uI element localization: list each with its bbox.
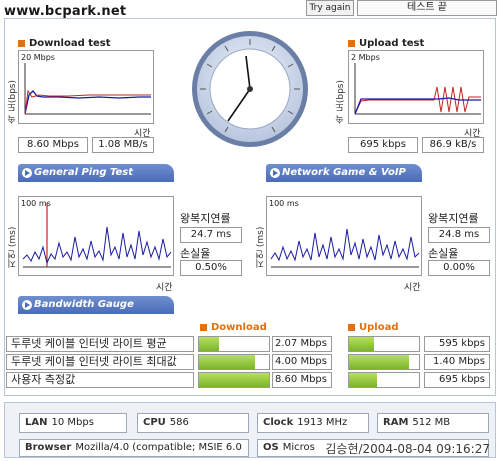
game-latency-label: 왕복지연률: [428, 212, 479, 225]
upload-gauge-value: 695 kbps: [424, 372, 490, 388]
game-ribbon: Network Game & VoIP Test: [266, 164, 422, 196]
upload-kbs: 86.9 kB/s: [422, 137, 484, 153]
upload-title: Upload test: [348, 38, 424, 49]
ping-latency: 24.7 ms: [180, 227, 242, 243]
download-gauge-bar: [198, 354, 270, 370]
upload-ylabel: 속 도(bps): [336, 80, 346, 124]
download-mbps: 8.60 Mbps: [18, 137, 88, 153]
arrow-icon: [22, 168, 32, 178]
gauge-download-head: Download: [200, 322, 267, 333]
lan-info: LAN 10 Mbps: [19, 413, 127, 433]
upload-gauge-fill: [349, 373, 377, 387]
game-loss: 0.00%: [428, 260, 490, 276]
download-gauge-fill: [199, 355, 255, 369]
upload-gauge-value: 595 kbps: [424, 336, 490, 352]
watermark: www.bcpark.net: [4, 4, 127, 19]
game-graph: [270, 228, 420, 268]
upload-gauge-bar: [348, 354, 420, 370]
upload-gauge-bar: [348, 372, 420, 388]
game-chart: 100 ms: [266, 196, 422, 276]
ping-loss: 0.50%: [180, 260, 242, 276]
download-graph: [24, 63, 151, 115]
download-mbs: 1.08 MB/s: [92, 137, 154, 153]
download-title: Download test: [18, 38, 111, 49]
arrow-icon: [22, 300, 32, 310]
bullet-icon: [348, 39, 355, 47]
try-again-button[interactable]: Try again: [306, 0, 354, 16]
game-xlabel: 시간: [404, 283, 421, 293]
download-gauge-bar: [198, 372, 270, 388]
upload-gauge-value: 1.40 Mbps: [424, 354, 490, 370]
download-gauge-value: 2.07 Mbps: [272, 336, 332, 352]
download-gauge-value: 8.60 Mbps: [272, 372, 332, 388]
cpu-info: CPU 586: [137, 413, 249, 433]
upload-gauge-fill: [349, 355, 410, 369]
bullet-icon: [348, 323, 355, 331]
gauge-upload-head: Upload: [348, 322, 398, 333]
ping-graph: [22, 203, 172, 268]
ping-xlabel: 시간: [156, 283, 173, 293]
game-latency: 24.8 ms: [428, 227, 490, 243]
upload-kbps: 695 kbps: [348, 137, 418, 153]
bullet-icon: [200, 323, 207, 331]
end-test-button[interactable]: 테스트 끝: [357, 0, 497, 16]
download-chart: 20 Mbps: [18, 50, 154, 124]
browser-info: Browser Mozilla/4.0 (compatible; MSIE 6.0: [19, 439, 249, 457]
gauge-row-label: 두루넷 케이블 인터넷 라이트 평균: [6, 336, 194, 352]
arrow-icon: [270, 168, 280, 178]
upload-chart: 2 Mbps: [348, 50, 484, 124]
gauge-ribbon: Bandwidth Gauge: [18, 296, 174, 314]
ping-chart: 100 ms: [18, 196, 174, 276]
download-gauge-fill: [199, 337, 220, 351]
ping-loss-label: 손실율: [180, 247, 211, 260]
ping-ribbon: General Ping Test: [18, 164, 174, 182]
download-gauge-bar: [198, 336, 270, 352]
ping-latency-label: 왕복지연률: [180, 212, 231, 225]
download-gauge-value: 4.00 Mbps: [272, 354, 332, 370]
speed-dial: [190, 24, 310, 154]
game-loss-label: 손실율: [428, 247, 459, 260]
gauge-row-label: 두루넷 케이블 인터넷 라이트 최대값: [6, 354, 194, 370]
bullet-icon: [18, 39, 25, 47]
upload-graph: [354, 63, 481, 115]
upload-gauge-bar: [348, 336, 420, 352]
gauge-row-label: 사용자 측정값: [6, 372, 194, 388]
clock-info: Clock 1913 MHz: [257, 413, 369, 433]
ram-info: RAM 512 MB: [377, 413, 489, 433]
download-gauge-fill: [199, 373, 269, 387]
timestamp-stamp: 김승현/2004-08-04 09:16:27: [325, 442, 490, 456]
upload-gauge-fill: [349, 337, 374, 351]
